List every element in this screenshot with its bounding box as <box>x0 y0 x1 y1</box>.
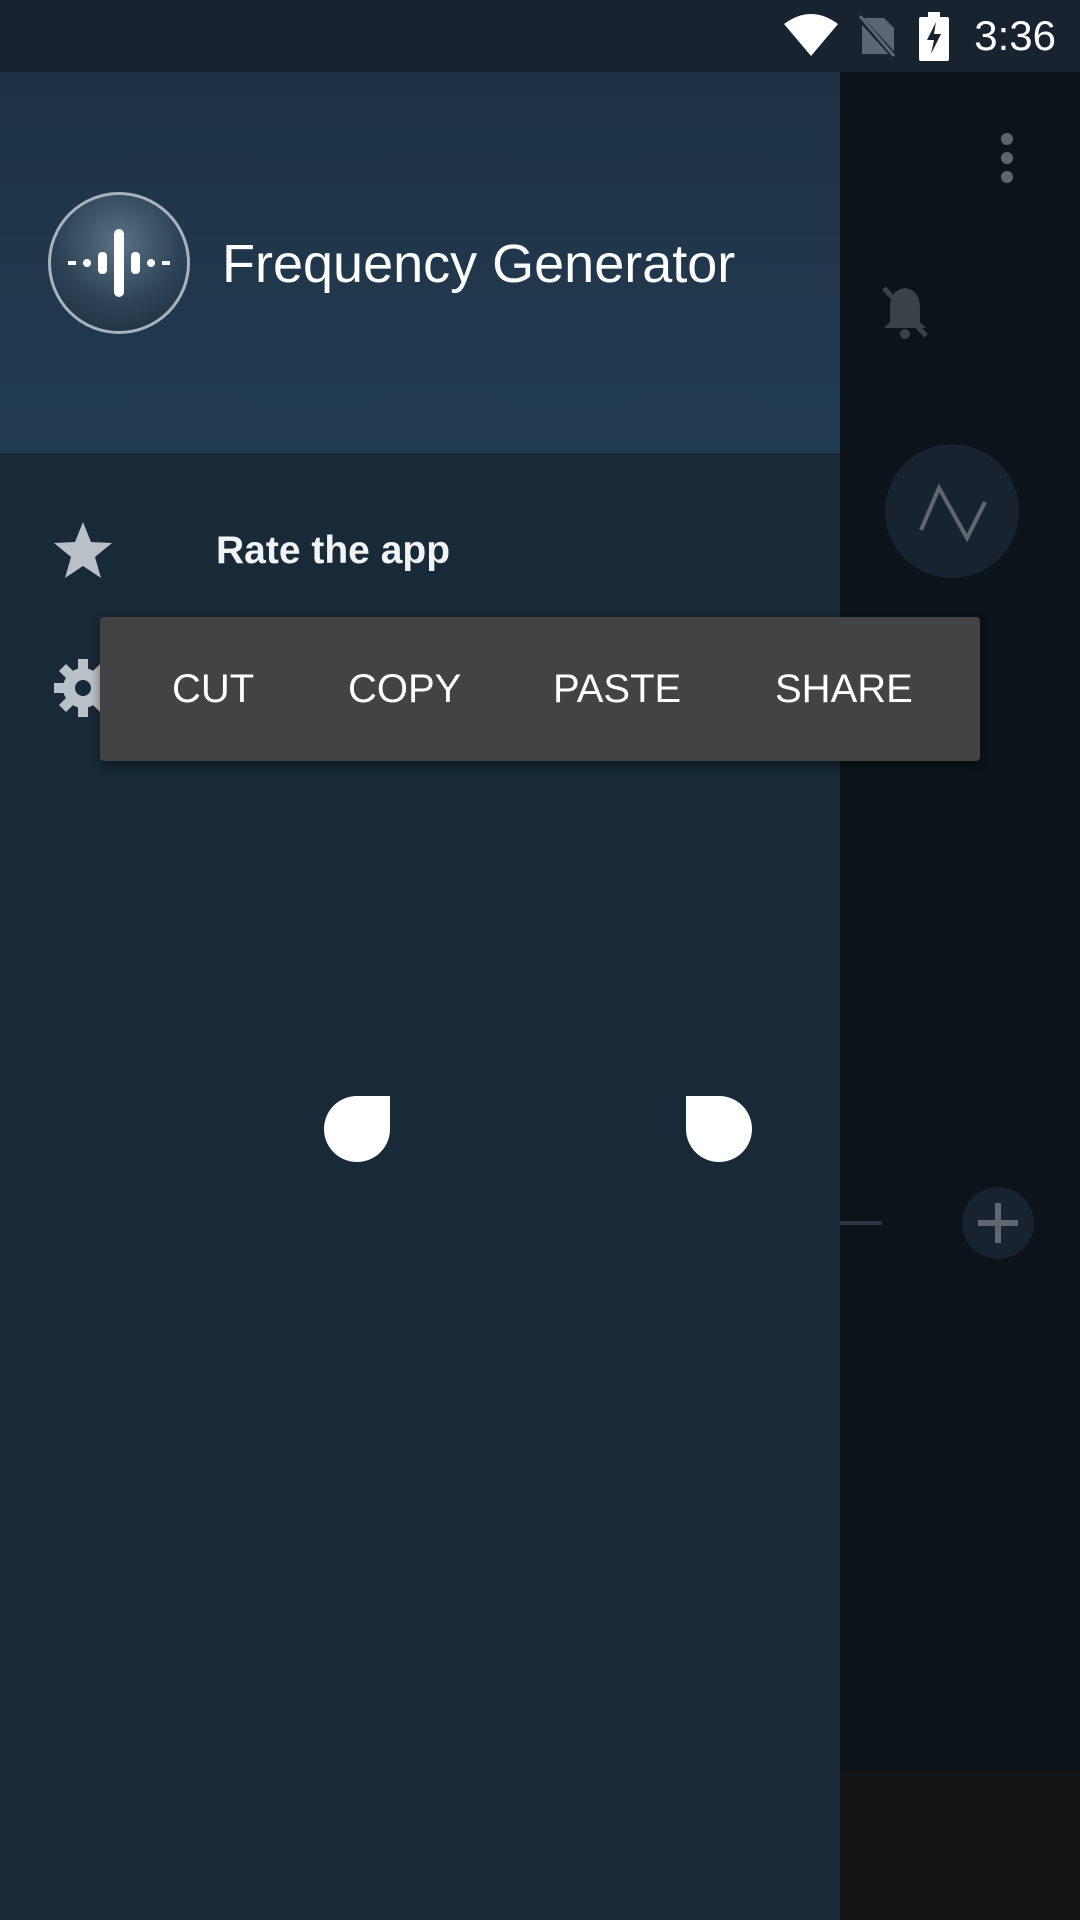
cut-button[interactable]: CUT <box>172 617 254 761</box>
wave-type-button[interactable] <box>885 444 1019 578</box>
menu-item-label: Rate the app <box>216 529 451 572</box>
slider-track[interactable] <box>840 1221 882 1225</box>
selection-handle-end[interactable] <box>686 1096 752 1162</box>
star-icon <box>54 522 112 578</box>
selection-handle-start[interactable] <box>324 1096 390 1162</box>
text-selection-toolbar: CUT COPY PASTE SHARE <box>100 617 980 761</box>
paste-button[interactable]: PASTE <box>553 617 681 761</box>
navigation-drawer: Frequency Generator Rate the app <box>0 72 840 1920</box>
soundwave-logo-icon <box>48 192 190 334</box>
share-button[interactable]: SHARE <box>775 617 913 761</box>
copy-button[interactable]: COPY <box>348 617 461 761</box>
more-vert-icon[interactable] <box>1000 132 1014 184</box>
add-icon <box>978 1203 1018 1243</box>
background-app <box>840 72 1080 1920</box>
status-bar: 3:36 <box>0 0 1080 72</box>
battery-charging-icon <box>919 12 949 61</box>
add-button[interactable] <box>962 1187 1034 1259</box>
mute-icon[interactable] <box>880 284 930 340</box>
triangle-wave-icon <box>919 483 987 542</box>
menu-item-rate-app[interactable]: Rate the app <box>0 490 840 610</box>
drawer-header: Frequency Generator <box>0 72 840 453</box>
bottom-bar <box>840 1770 1080 1920</box>
app-title: Frequency Generator <box>222 234 736 294</box>
wifi-icon <box>784 14 838 56</box>
status-time: 3:36 <box>974 12 1056 59</box>
no-sim-icon <box>856 13 898 60</box>
